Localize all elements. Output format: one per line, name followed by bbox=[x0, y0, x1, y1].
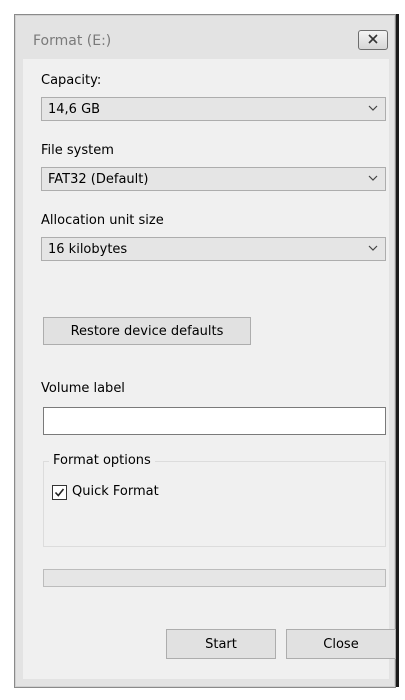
chevron-down-icon bbox=[367, 172, 379, 184]
volume-label-input[interactable] bbox=[43, 407, 386, 435]
close-window-button[interactable] bbox=[358, 30, 388, 50]
file-system-value: FAT32 (Default) bbox=[48, 172, 149, 187]
title-bar: Format (E:) bbox=[15, 15, 395, 59]
close-button[interactable]: Close bbox=[286, 629, 396, 659]
quick-format-label: Quick Format bbox=[72, 484, 159, 499]
restore-defaults-button[interactable]: Restore device defaults bbox=[43, 317, 251, 345]
chevron-down-icon bbox=[367, 102, 379, 114]
dialog-body: Capacity: 14,6 GB File system FAT32 (Def… bbox=[23, 59, 396, 679]
start-button[interactable]: Start bbox=[166, 629, 276, 659]
allocation-select[interactable]: 16 kilobytes bbox=[41, 237, 386, 261]
quick-format-checkbox[interactable] bbox=[52, 485, 67, 500]
chevron-down-icon bbox=[367, 242, 379, 254]
window-title: Format (E:) bbox=[33, 33, 112, 49]
file-system-select[interactable]: FAT32 (Default) bbox=[41, 167, 386, 191]
allocation-label: Allocation unit size bbox=[41, 213, 164, 228]
volume-label-label: Volume label bbox=[41, 381, 125, 396]
capacity-value: 14,6 GB bbox=[48, 102, 101, 117]
format-options-group bbox=[43, 461, 386, 547]
close-icon bbox=[367, 33, 379, 48]
format-progress-bar bbox=[43, 569, 386, 587]
capacity-select[interactable]: 14,6 GB bbox=[41, 97, 386, 121]
allocation-value: 16 kilobytes bbox=[48, 242, 128, 257]
format-dialog: Format (E:) Capacity: 14,6 GB File syste… bbox=[14, 14, 396, 688]
file-system-label: File system bbox=[41, 143, 114, 158]
capacity-label: Capacity: bbox=[41, 73, 102, 88]
format-options-title: Format options bbox=[49, 453, 155, 468]
